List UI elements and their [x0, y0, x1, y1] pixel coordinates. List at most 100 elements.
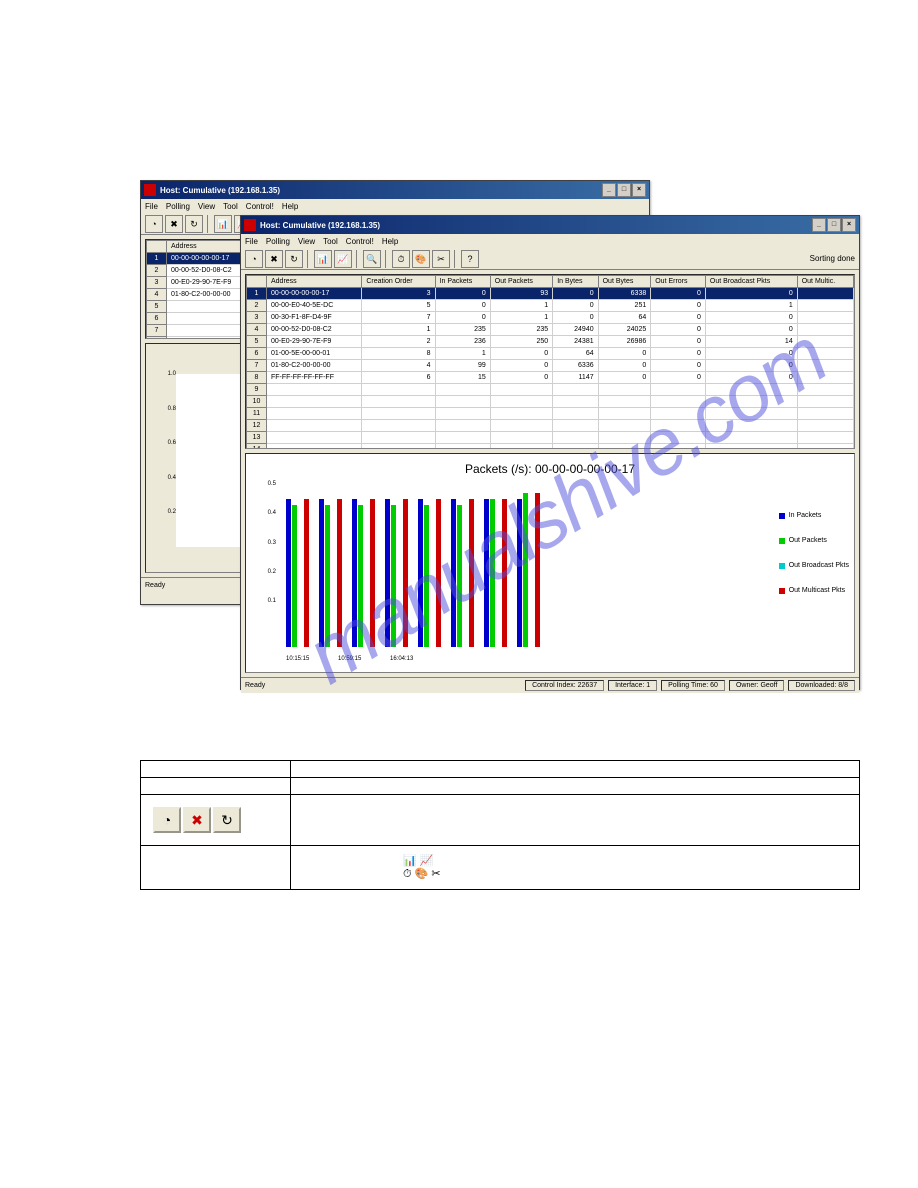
col-header[interactable]: In Bytes: [553, 276, 598, 288]
maximize-button[interactable]: □: [617, 183, 631, 197]
table-row[interactable]: 10: [247, 396, 854, 408]
barchart-icon[interactable]: 📊: [403, 855, 417, 867]
tb-poll[interactable]: ◔: [145, 215, 163, 233]
x-tick-label: 16:04:13: [390, 656, 442, 662]
close-button[interactable]: ×: [842, 218, 856, 232]
menu-file[interactable]: File: [145, 202, 158, 211]
tb-refresh[interactable]: ↻: [185, 215, 203, 233]
tb-poll[interactable]: ◔: [245, 250, 263, 268]
col-header[interactable]: Out Packets: [490, 276, 552, 288]
chart-bar: [370, 499, 375, 647]
timer-icon[interactable]: ⏱: [403, 868, 412, 880]
menu-help[interactable]: Help: [382, 237, 398, 246]
chart-bar: [484, 499, 489, 647]
menubar-front: File Polling View Tool Control! Help: [241, 234, 859, 248]
legend-item: Out Multicast Pkts: [779, 587, 849, 594]
table-row[interactable]: 400-00-52-D0-08-C21235235249402402500: [247, 324, 854, 336]
cut-icon[interactable]: ✂: [431, 868, 440, 880]
tb-cut[interactable]: ✂: [432, 250, 450, 268]
chart-bar: [325, 505, 330, 647]
linechart-icon[interactable]: 📈: [420, 855, 434, 867]
close-button[interactable]: ×: [632, 183, 646, 197]
tb-chart1[interactable]: 📊: [314, 250, 332, 268]
table-row[interactable]: 13: [247, 432, 854, 444]
col-header[interactable]: Creation Order: [362, 276, 435, 288]
statusbar-front: Ready Control Index: 22637 Interface: 1 …: [241, 677, 859, 693]
poll-icon[interactable]: ◔: [153, 807, 181, 833]
tb-refresh[interactable]: ↻: [285, 250, 303, 268]
chart-bar: [292, 505, 297, 647]
table-row[interactable]: 601-00-5E-00-00-0181064000: [247, 348, 854, 360]
x-tick-label: 10:59:15: [338, 656, 390, 662]
toolbar-front: ◔ ✖ ↻ 📊 📈 🔍 ⏱ 🎨 ✂ ? Sorting done: [241, 248, 859, 270]
status-interface: Interface: 1: [608, 680, 657, 691]
tb-chart1[interactable]: 📊: [214, 215, 232, 233]
maximize-button[interactable]: □: [827, 218, 841, 232]
table-row[interactable]: 11: [247, 408, 854, 420]
col-header[interactable]: Out Bytes: [598, 276, 651, 288]
minimize-button[interactable]: _: [602, 183, 616, 197]
menu-polling[interactable]: Polling: [266, 237, 290, 246]
tb-chart2[interactable]: 📈: [334, 250, 352, 268]
legend-item: Out Broadcast Pkts: [779, 562, 849, 569]
status-polling-time: Polling Time: 60: [661, 680, 725, 691]
chart-bar: [304, 499, 309, 647]
menu-tool[interactable]: Tool: [223, 202, 238, 211]
tb-stop[interactable]: ✖: [165, 215, 183, 233]
menu-polling[interactable]: Polling: [166, 202, 190, 211]
status-control-index: Control Index: 22637: [525, 680, 604, 691]
menubar-back: File Polling View Tool Control! Help: [141, 199, 649, 213]
color-icon[interactable]: 🎨: [415, 868, 429, 880]
titlebar-back[interactable]: Host: Cumulative (192.168.1.35) _ □ ×: [141, 181, 649, 199]
titlebar-front[interactable]: Host: Cumulative (192.168.1.35) _ □ ×: [241, 216, 859, 234]
status-ready: Ready: [245, 682, 521, 689]
refresh-icon[interactable]: ↻: [213, 807, 241, 833]
chart-bar: [517, 499, 522, 647]
chart-bar: [490, 499, 495, 647]
table-row[interactable]: 9: [247, 384, 854, 396]
tb-stop[interactable]: ✖: [265, 250, 283, 268]
chart-bar: [502, 499, 507, 647]
status-owner: Owner: Geoff: [729, 680, 785, 691]
chart-area-front: Packets (/s): 00-00-00-00-00-17 0.50.40.…: [245, 453, 855, 673]
tb-find[interactable]: 🔍: [363, 250, 381, 268]
col-header[interactable]: Address: [267, 276, 362, 288]
table-row[interactable]: 14: [247, 444, 854, 450]
table-row[interactable]: 100-00-00-00-00-1730930633800: [247, 288, 854, 300]
table-row[interactable]: 200-00-E0-40-5E-DC501025101: [247, 300, 854, 312]
description-table: ◔ ✖ ↻ 📊 📈 ⏱ 🎨 ✂: [140, 760, 860, 890]
window-title: Host: Cumulative (192.168.1.35): [260, 221, 812, 230]
menu-view[interactable]: View: [198, 202, 215, 211]
menu-help[interactable]: Help: [282, 202, 298, 211]
table-row[interactable]: 300-30-F1-8F-D4-9F70106400: [247, 312, 854, 324]
status-downloaded: Downloaded: 8/8: [788, 680, 855, 691]
menu-tool[interactable]: Tool: [323, 237, 338, 246]
menu-control[interactable]: Control!: [246, 202, 274, 211]
chart-bar: [352, 499, 357, 647]
tb-help[interactable]: ?: [461, 250, 479, 268]
table-row[interactable]: 701-80-C2-00-00-0049906336000: [247, 360, 854, 372]
chart-bar: [436, 499, 441, 647]
stop-icon[interactable]: ✖: [183, 807, 211, 833]
col-header[interactable]: Out Errors: [651, 276, 706, 288]
chart-bar: [469, 499, 474, 647]
col-header[interactable]: Out Multic.: [797, 276, 853, 288]
table-row[interactable]: 12: [247, 420, 854, 432]
app-icon: [144, 184, 156, 196]
table-area-front: AddressCreation OrderIn PacketsOut Packe…: [245, 274, 855, 449]
desc-row: 📊 📈 ⏱ 🎨 ✂: [141, 846, 860, 890]
minimize-button[interactable]: _: [812, 218, 826, 232]
menu-file[interactable]: File: [245, 237, 258, 246]
tb-timer[interactable]: ⏱: [392, 250, 410, 268]
chart-bar: [424, 505, 429, 647]
chart-bar: [391, 505, 396, 647]
app-icon: [244, 219, 256, 231]
table-row[interactable]: 8FF-FF-FF-FF-FF-FF61501147000: [247, 372, 854, 384]
col-header[interactable]: In Packets: [435, 276, 490, 288]
col-header[interactable]: Out Broadcast Pkts: [705, 276, 797, 288]
menu-view[interactable]: View: [298, 237, 315, 246]
table-row[interactable]: 500-E0-29-90-7E-F922362502438126986014: [247, 336, 854, 348]
chart-bar: [337, 499, 342, 647]
menu-control[interactable]: Control!: [346, 237, 374, 246]
tb-color[interactable]: 🎨: [412, 250, 430, 268]
